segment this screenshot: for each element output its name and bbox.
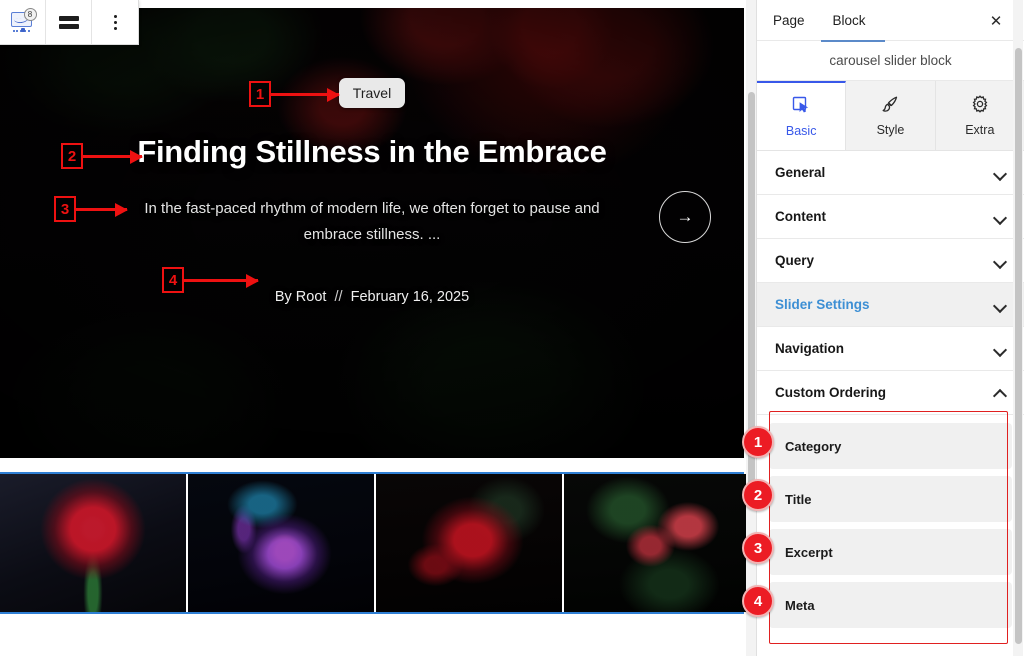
accordion-custom-ordering-label: Custom Ordering bbox=[775, 385, 887, 400]
slide-meta-date: February 16, 2025 bbox=[350, 289, 470, 305]
annotation-marker-1: 1 bbox=[249, 81, 271, 107]
tab-extra-label: Extra bbox=[965, 123, 995, 137]
ordering-item-title[interactable]: Title bbox=[769, 476, 1012, 522]
sidebar-tabs: Page Block ✕ bbox=[757, 0, 1024, 42]
ordering-item-meta[interactable]: Meta bbox=[769, 582, 1012, 628]
tab-basic[interactable]: Basic bbox=[757, 81, 847, 150]
screenshot-root: Travel Finding Stillness in the Embrace … bbox=[0, 0, 1024, 656]
tab-style-label: Style bbox=[876, 123, 905, 137]
slide-title[interactable]: Finding Stillness in the Embrace bbox=[137, 134, 607, 170]
editor-canvas: Travel Finding Stillness in the Embrace … bbox=[0, 0, 748, 656]
accordion-content-label: Content bbox=[775, 209, 826, 224]
tab-extra[interactable]: Extra bbox=[935, 81, 1024, 150]
more-options-button[interactable] bbox=[92, 0, 138, 44]
block-toolbar[interactable]: 8 bbox=[0, 0, 139, 45]
thumbnail-item[interactable] bbox=[0, 474, 188, 612]
thumbnail-item[interactable] bbox=[188, 474, 376, 612]
chevron-down-icon bbox=[994, 167, 1006, 179]
align-icon bbox=[58, 15, 79, 29]
annotation-circle-4: 4 bbox=[742, 585, 774, 617]
sidebar-scrollbar[interactable] bbox=[1013, 0, 1023, 656]
accordion-custom-ordering[interactable]: Custom Ordering bbox=[757, 371, 1024, 415]
next-slide-arrow-icon[interactable]: → bbox=[659, 191, 711, 243]
slide-meta-separator: // bbox=[334, 289, 343, 305]
gear-icon bbox=[970, 94, 990, 117]
accordion-slider-settings[interactable]: Slider Settings bbox=[757, 283, 1024, 327]
accordion-query[interactable]: Query bbox=[757, 239, 1024, 283]
annotation-circle-1: 1 bbox=[742, 426, 774, 458]
tab-style[interactable]: Style bbox=[846, 81, 936, 150]
sidebar-mode-tabs: Basic Style Extra bbox=[757, 81, 1024, 151]
annotation-arrow-1 bbox=[271, 87, 340, 102]
annotation-circle-2: 2 bbox=[742, 479, 774, 511]
block-type-badge: 8 bbox=[23, 8, 37, 21]
annotation-arrow-2 bbox=[83, 149, 143, 164]
selected-block-name: carousel slider block bbox=[757, 40, 1024, 81]
cursor-select-icon bbox=[791, 95, 811, 118]
chevron-down-icon bbox=[994, 255, 1006, 267]
thumbnail-item[interactable] bbox=[376, 474, 564, 612]
accordion-navigation-label: Navigation bbox=[775, 341, 845, 356]
chevron-up-icon bbox=[994, 387, 1006, 399]
annotation-circle-3: 3 bbox=[742, 532, 774, 564]
annotation-marker-4: 4 bbox=[162, 267, 184, 293]
ordering-item-excerpt[interactable]: Excerpt bbox=[769, 529, 1012, 575]
accordion-general-label: General bbox=[775, 165, 826, 180]
tab-basic-label: Basic bbox=[785, 124, 817, 138]
annotation-marker-2: 2 bbox=[61, 143, 83, 169]
accordion-slider-settings-label: Slider Settings bbox=[775, 297, 870, 312]
slide-meta[interactable]: By Root // February 16, 2025 bbox=[275, 289, 469, 305]
close-icon[interactable]: ✕ bbox=[986, 11, 1006, 31]
options-icon bbox=[113, 14, 117, 30]
thumbnail-item[interactable] bbox=[564, 474, 748, 612]
chevron-down-icon bbox=[994, 211, 1006, 223]
block-type-icon: 8 bbox=[10, 8, 37, 34]
accordion-query-label: Query bbox=[775, 253, 815, 268]
annotation-arrow-3 bbox=[76, 202, 128, 217]
chevron-down-icon bbox=[994, 299, 1006, 311]
paintbrush-icon bbox=[880, 94, 900, 117]
category-badge[interactable]: Travel bbox=[338, 78, 406, 108]
annotation-arrow-4 bbox=[184, 273, 259, 288]
align-button[interactable] bbox=[46, 0, 92, 44]
slide-content: Travel Finding Stillness in the Embrace … bbox=[0, 78, 744, 305]
accordion-navigation[interactable]: Navigation bbox=[757, 327, 1024, 371]
carousel-slide[interactable]: Travel Finding Stillness in the Embrace … bbox=[0, 8, 744, 458]
sidebar-scrollbar-thumb[interactable] bbox=[1014, 48, 1022, 644]
thumbnail-strip[interactable] bbox=[0, 472, 748, 614]
ordering-item-category[interactable]: Category bbox=[769, 423, 1012, 469]
slide-meta-author: By Root bbox=[274, 289, 327, 305]
annotation-marker-3: 3 bbox=[54, 196, 76, 222]
custom-ordering-list: Category Title Excerpt Meta bbox=[757, 415, 1024, 645]
accordion-general[interactable]: General bbox=[757, 151, 1024, 195]
block-settings-sidebar: Page Block ✕ carousel slider block Basic bbox=[756, 0, 1024, 656]
tab-page[interactable]: Page bbox=[773, 0, 805, 41]
block-type-button[interactable]: 8 bbox=[0, 0, 46, 44]
tab-block[interactable]: Block bbox=[832, 0, 866, 42]
accordion-content[interactable]: Content bbox=[757, 195, 1024, 239]
chevron-down-icon bbox=[994, 343, 1006, 355]
slide-excerpt[interactable]: In the fast-paced rhythm of modern life,… bbox=[122, 196, 622, 247]
